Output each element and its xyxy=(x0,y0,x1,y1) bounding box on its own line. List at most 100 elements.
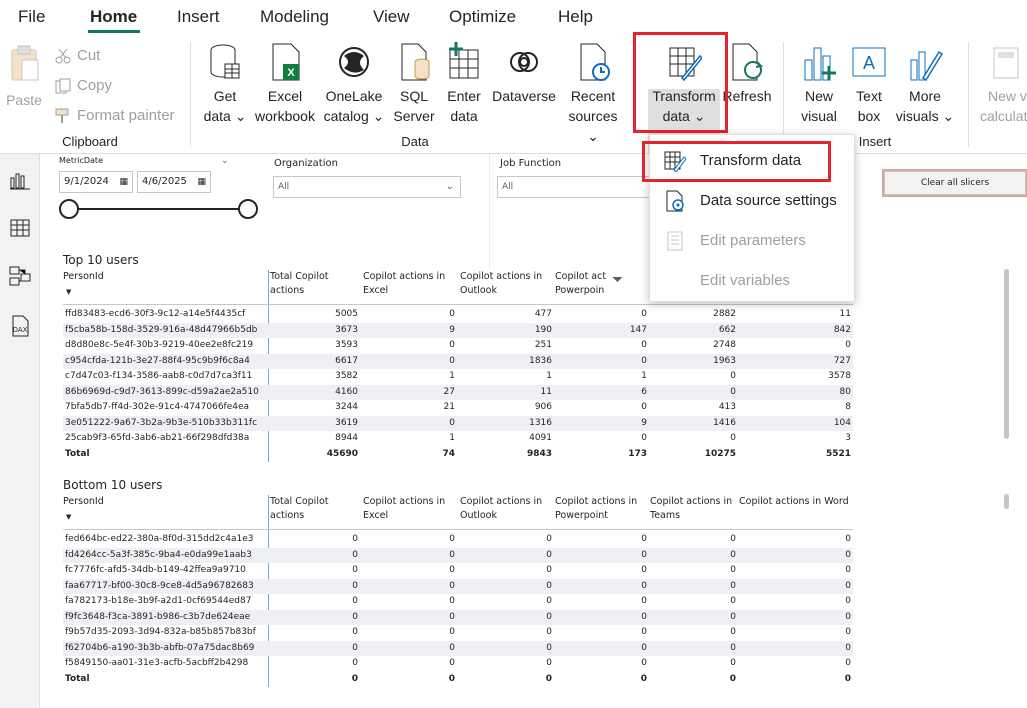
slicer-expand-icon[interactable]: ⌄ xyxy=(221,156,229,166)
cut-button[interactable]: Cut xyxy=(55,45,100,67)
column-header[interactable]: Copilot actions in Teams xyxy=(650,495,736,523)
model-view-icon[interactable] xyxy=(8,264,32,288)
column-header[interactable]: Copilot actions in Outlook xyxy=(460,270,546,298)
table-row[interactable]: faa67717-bf00-30c8-9ce8-4d5a96782683 0 0 0 0… xyxy=(63,578,853,594)
date-range-handle-start[interactable] xyxy=(59,199,79,219)
organization-dropdown[interactable]: All ⌄ xyxy=(273,176,461,198)
refresh-button[interactable]: Refresh xyxy=(722,42,772,106)
job-function-dropdown[interactable]: All xyxy=(497,176,657,198)
chevron-down-icon: ⌄ xyxy=(372,108,385,124)
onelake-catalog-button[interactable]: OneLake catalog ⌄ xyxy=(322,42,386,126)
table-row[interactable]: 3e051222-9a67-3b2a-9b3e-510b33b311fc 3619… xyxy=(63,415,853,431)
total-cell: 0 xyxy=(844,673,851,684)
onelake-label-1: OneLake xyxy=(325,88,383,104)
sort-descending-icon[interactable]: ▼ xyxy=(66,513,71,521)
value-cell: 0 xyxy=(449,658,455,668)
column-header[interactable]: Copilot actions in Outlook xyxy=(460,495,546,523)
value-cell: 0 xyxy=(449,549,455,560)
menu-item-label: Edit parameters xyxy=(700,232,806,249)
table-title: Top 10 users xyxy=(63,253,139,267)
menu-item-edit-variables[interactable]: Edit variables xyxy=(650,261,856,301)
value-cell: 413 xyxy=(718,402,736,412)
job-function-label: Job Function xyxy=(500,158,562,169)
menu-insert[interactable]: Insert xyxy=(177,7,220,27)
menu-file[interactable]: File xyxy=(18,7,45,27)
paintbrush-icon xyxy=(55,108,69,124)
date-from-input[interactable]: 9/1/2024 ▦ xyxy=(59,171,133,193)
excel-workbook-button[interactable]: X Excel workbook xyxy=(252,42,318,126)
value-cell: 0 xyxy=(546,534,552,544)
report-view-icon[interactable] xyxy=(8,168,32,192)
table-row[interactable]: 7bfa5db7-ff4d-302e-91c4-4747066fe4ea 3244… xyxy=(63,400,853,416)
value-cell: 662 xyxy=(718,324,736,335)
table-row[interactable]: fa782173-b18e-3b9f-a2d1-0cf69544ed87 0 0 0 0… xyxy=(63,594,853,610)
person-id-cell: c7d47c03-f134-3586-aab8-c0d7d7ca3f11 xyxy=(65,371,253,381)
column-header[interactable]: Copilot actions in Powerpoint xyxy=(555,495,641,523)
table-row[interactable]: f62704b6-a190-3b3b-abfb-07a75dac8b69 0 0 0 0… xyxy=(63,640,853,656)
sql-server-button[interactable]: SQL Server xyxy=(392,42,436,126)
column-header[interactable]: Total Copilot actions xyxy=(270,270,356,298)
value-cell: 27 xyxy=(443,386,455,397)
menu-item-edit-parameters[interactable]: Edit parameters xyxy=(650,221,856,261)
value-cell: 0 xyxy=(449,417,455,428)
vertical-scrollbar[interactable] xyxy=(1004,269,1009,439)
value-cell: 104 xyxy=(833,417,851,428)
copy-button[interactable]: Copy xyxy=(55,75,112,97)
column-header[interactable]: Copilot act Powerpoin xyxy=(555,270,619,298)
value-cell: 0 xyxy=(352,627,358,637)
text-box-button[interactable]: A Text box xyxy=(848,42,890,126)
table-row[interactable]: 86b6969d-c9d7-3613-899c-d59a2ae2a510 4160… xyxy=(63,384,853,400)
table-row[interactable]: d8d80e8c-5e4f-30b3-9219-40ee2e8fc219 3593… xyxy=(63,338,853,354)
dax-query-view-icon[interactable]: DAX xyxy=(8,314,32,338)
column-header[interactable]: PersonId xyxy=(63,495,213,509)
chevron-down-icon: ⌄ xyxy=(587,128,599,144)
table-row[interactable]: f9fc3648-f3ca-3891-b986-c3b7de624eae 0 0 0 0… xyxy=(63,609,853,625)
column-header[interactable]: PersonId xyxy=(63,270,213,284)
value-cell: 4091 xyxy=(529,433,552,443)
table-row[interactable]: 25cab9f3-65fd-3ab6-ab21-66f298dfd38a 8944… xyxy=(63,431,853,447)
get-data-button[interactable]: Get data ⌄ xyxy=(200,42,250,126)
menu-help[interactable]: Help xyxy=(558,7,593,27)
recent-sources-button[interactable]: Recent sources ⌄ xyxy=(562,42,624,146)
format-painter-button[interactable]: Format painter xyxy=(55,105,175,127)
person-id-cell: 3e051222-9a67-3b2a-9b3e-510b33b311fc xyxy=(65,417,258,428)
value-cell: 0 xyxy=(845,534,851,544)
enter-data-button[interactable]: Enter data xyxy=(442,42,486,126)
menu-home[interactable]: Home xyxy=(90,7,137,27)
recent-label-2: sources xyxy=(568,108,618,124)
new-visual-button[interactable]: New visual xyxy=(796,42,842,126)
dataverse-button[interactable]: Dataverse xyxy=(490,42,558,106)
calendar-icon[interactable]: ▦ xyxy=(119,172,128,192)
column-header[interactable]: Copilot actions in Excel xyxy=(363,270,449,298)
table-row[interactable]: ffd83483-ecd6-30f3-9c12-a14e5f4435cf 5005… xyxy=(63,307,853,323)
column-header[interactable]: Copilot actions in Word xyxy=(739,495,851,509)
menu-view[interactable]: View xyxy=(373,7,410,27)
date-to-input[interactable]: 4/6/2025 ▦ xyxy=(137,171,211,193)
table-row[interactable]: fc7776fc-afd5-34db-b149-42ffea9a9710 0 0 0 0… xyxy=(63,563,853,579)
clear-all-slicers-button[interactable]: Clear all slicers xyxy=(884,171,1026,195)
column-header[interactable]: Total Copilot actions xyxy=(270,495,356,523)
paste-button[interactable]: Paste xyxy=(4,42,44,110)
filter-icon[interactable]: ⏷ xyxy=(612,272,623,288)
table-row[interactable]: f5849150-aa01-31e3-acfb-5acbff2b4298 0 0 0 0… xyxy=(63,656,853,672)
calendar-icon[interactable]: ▦ xyxy=(197,172,206,192)
table-row[interactable]: f9b57d35-2093-3d94-832a-b85b857b83bf 0 0 0 0… xyxy=(63,625,853,641)
value-cell: 3593 xyxy=(335,340,358,350)
menu-optimize[interactable]: Optimize xyxy=(449,7,516,27)
table-row[interactable]: c954cfda-121b-3e27-88f4-95c9b9f6c8a4 6617… xyxy=(63,353,853,369)
more-visuals-button[interactable]: More visuals ⌄ xyxy=(894,42,956,126)
scissors-icon xyxy=(55,48,71,64)
date-range-handle-end[interactable] xyxy=(238,199,258,219)
sort-descending-icon[interactable]: ▼ xyxy=(66,288,71,296)
menu-modeling[interactable]: Modeling xyxy=(260,7,329,27)
table-row[interactable]: c7d47c03-f134-3586-aab8-c0d7d7ca3f11 3582… xyxy=(63,369,853,385)
new-calculation-button[interactable]: New v calculat xyxy=(980,42,1027,126)
table-row[interactable]: f5cba58b-158d-3529-916a-48d47966b5db 3673… xyxy=(63,322,853,338)
table-view-icon[interactable] xyxy=(8,216,32,240)
table-row[interactable]: fd4264cc-5a3f-385c-9ba4-e0da99e1aab3 0 0 0 0… xyxy=(63,547,853,563)
column-header[interactable]: Copilot actions in Excel xyxy=(363,495,449,523)
table-row[interactable]: fed664bc-ed22-380a-8f0d-315dd2c4a1e3 0 0 0 0… xyxy=(63,532,853,548)
vertical-scrollbar-thumb[interactable] xyxy=(1004,494,1009,509)
value-cell: 0 xyxy=(449,627,455,637)
menu-item-data-source-settings[interactable]: Data source settings xyxy=(650,181,856,221)
